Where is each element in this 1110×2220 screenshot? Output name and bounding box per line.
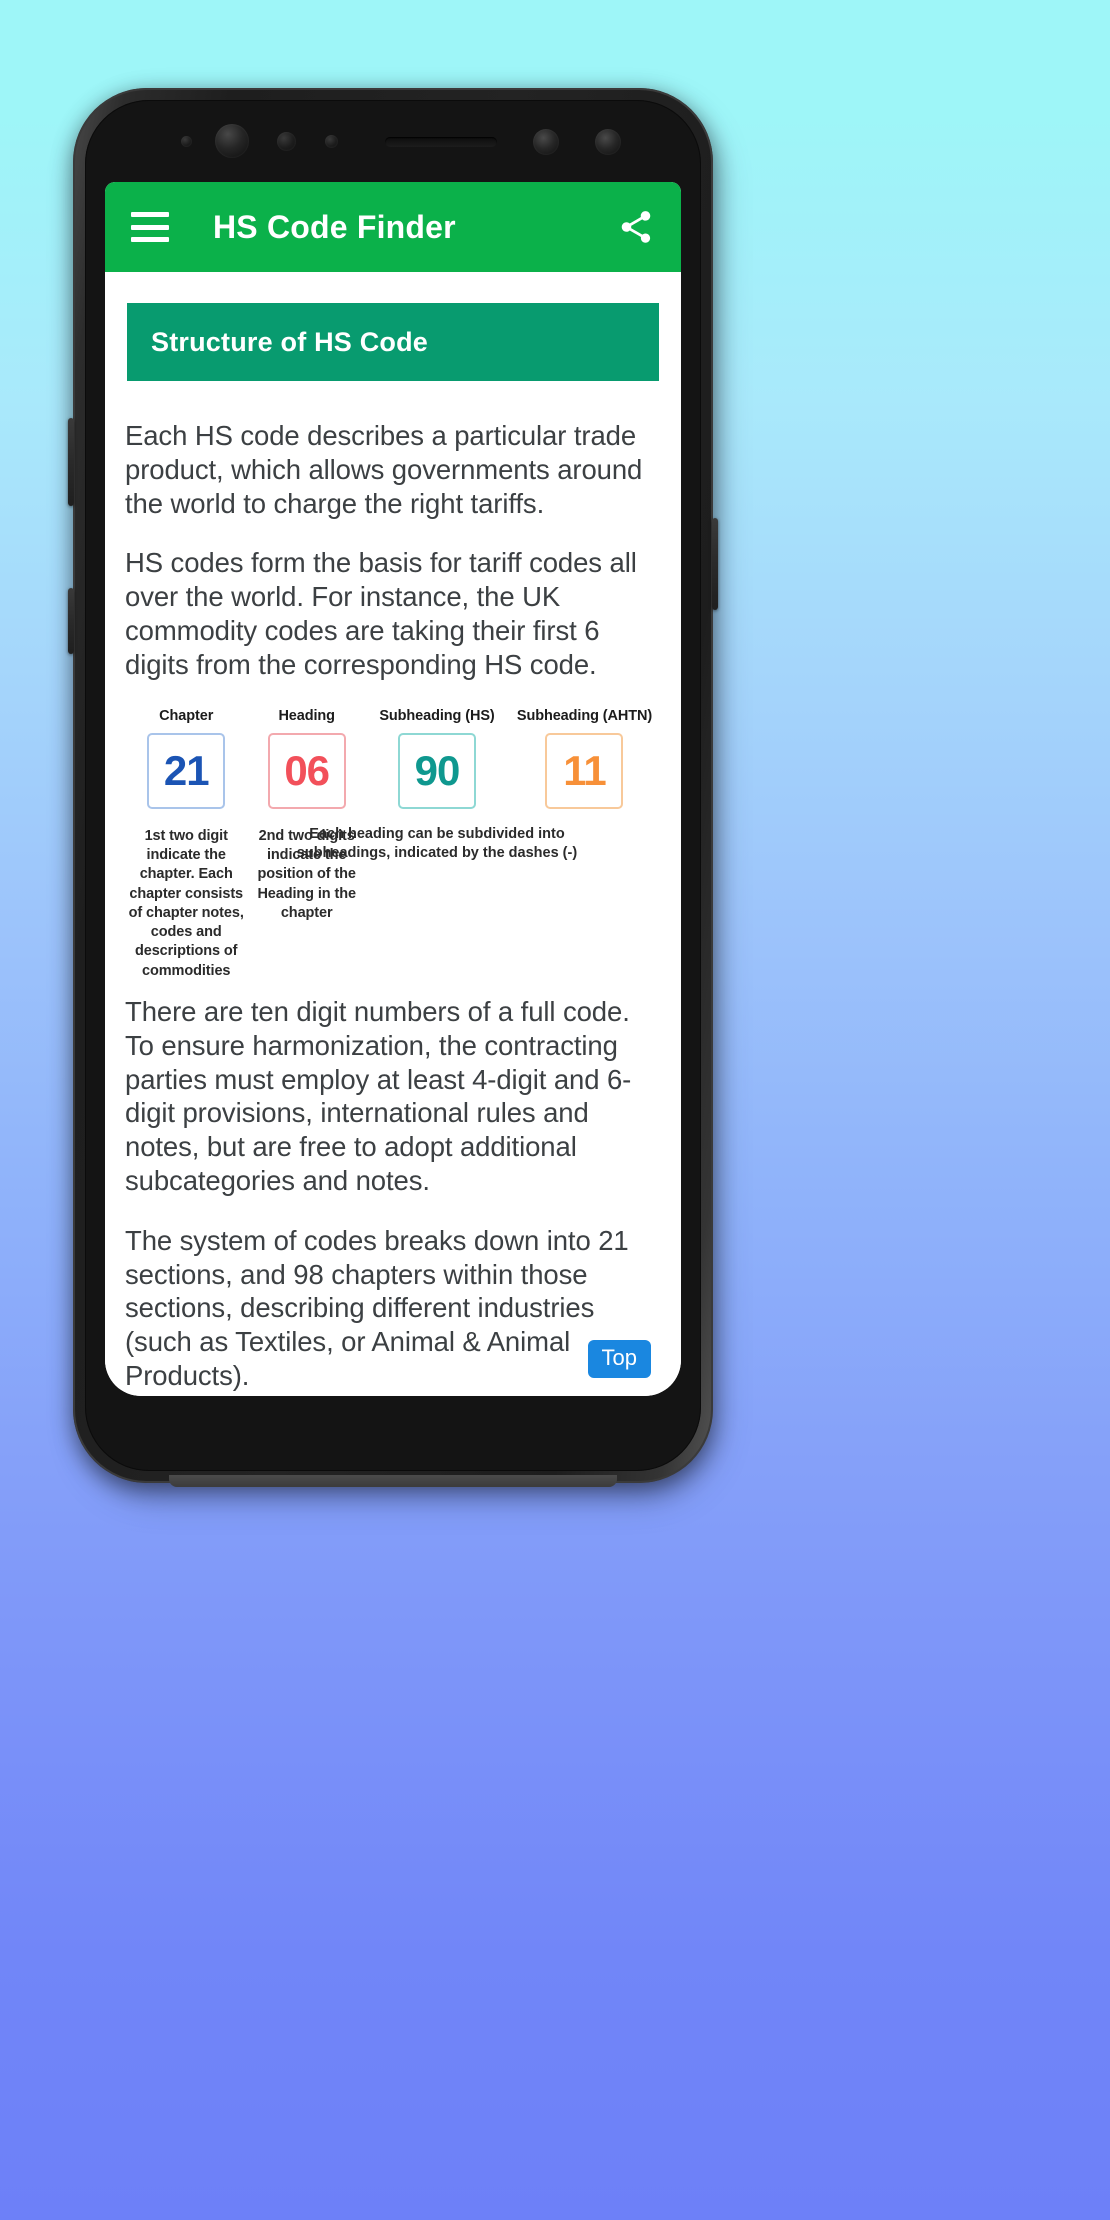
paragraph-4: The system of codes breaks down into 21 … bbox=[125, 1224, 629, 1392]
iris-scanner-icon bbox=[533, 129, 559, 155]
secondary-camera-icon bbox=[595, 129, 621, 155]
diagram-caption-subheadings: Each heading can be subdivided into subh… bbox=[296, 825, 578, 861]
diagram-code-box-subheading-hs: 90 bbox=[397, 732, 476, 809]
phone-body: HS Code Finder Structure of HS Code Each… bbox=[68, 88, 718, 1487]
proximity-sensor-icon bbox=[277, 132, 296, 151]
diagram-column-subheading-ahtn: Subheading (AHTN) 11 bbox=[508, 708, 661, 809]
paragraph-3: There are ten digit numbers of a full co… bbox=[125, 995, 632, 1196]
volume-up-button[interactable] bbox=[68, 418, 74, 506]
diagram-caption-chapter: 1st two digit indicate the chapter. Each… bbox=[128, 827, 244, 979]
section-banner-title: Structure of HS Code bbox=[151, 326, 429, 357]
diagram-digits-heading: 06 bbox=[284, 746, 330, 794]
phone-bottom-edge bbox=[169, 1475, 617, 1487]
diagram-code-box-chapter: 21 bbox=[147, 732, 226, 809]
hs-structure-diagram: Chapter 21 1st two digit indicate the ch… bbox=[117, 708, 669, 981]
share-icon bbox=[621, 211, 651, 243]
phone-screen: HS Code Finder Structure of HS Code Each… bbox=[105, 182, 681, 1396]
paragraph-1: Each HS code describes a particular trad… bbox=[125, 420, 643, 519]
diagram-digits-subheading-hs: 90 bbox=[414, 746, 461, 794]
section-banner: Structure of HS Code bbox=[127, 303, 659, 381]
diagram-digits-subheading-ahtn: 11 bbox=[563, 746, 606, 794]
diagram-label-chapter: Chapter bbox=[159, 707, 214, 724]
hamburger-line bbox=[131, 237, 169, 242]
diagram-column-heading: Heading 06 2nd two digits indicate the p… bbox=[247, 708, 366, 923]
hamburger-line bbox=[131, 212, 169, 217]
volume-down-button[interactable] bbox=[68, 588, 74, 654]
light-sensor-icon bbox=[325, 135, 338, 148]
diagram-column-subheading-hs: Subheading (HS) 90 Each heading can be s… bbox=[297, 707, 577, 864]
diagram-code-box-heading: 06 bbox=[267, 732, 346, 809]
earpiece-speaker bbox=[385, 137, 497, 147]
front-sensor-array bbox=[85, 100, 701, 182]
power-button[interactable] bbox=[712, 518, 718, 610]
page-title: HS Code Finder bbox=[213, 208, 456, 245]
sensor-dot-icon bbox=[181, 136, 192, 147]
front-camera-icon bbox=[215, 124, 249, 158]
paragraph-2: HS codes form the basis for tariff codes… bbox=[125, 547, 637, 680]
diagram-label-subheading-ahtn: Subheading (AHTN) bbox=[516, 707, 653, 724]
hamburger-menu-icon[interactable] bbox=[131, 212, 169, 242]
diagram-digits-chapter: 21 bbox=[163, 746, 210, 794]
diagram-label-subheading-hs: Subheading (HS) bbox=[379, 707, 495, 724]
share-button[interactable] bbox=[613, 204, 659, 250]
scroll-to-top-button[interactable]: Top bbox=[587, 1340, 651, 1378]
app-bar: HS Code Finder bbox=[105, 182, 681, 272]
phone-mockup: HS Code Finder Structure of HS Code Each… bbox=[68, 88, 718, 1500]
hamburger-line bbox=[131, 224, 169, 230]
diagram-code-box-subheading-ahtn: 11 bbox=[545, 732, 624, 809]
page-content: Structure of HS Code Each HS code descri… bbox=[105, 272, 681, 1396]
diagram-column-chapter: Chapter 21 1st two digit indicate the ch… bbox=[125, 708, 247, 981]
phone-bezel: HS Code Finder Structure of HS Code Each… bbox=[85, 100, 701, 1471]
diagram-label-heading: Heading bbox=[278, 707, 335, 724]
